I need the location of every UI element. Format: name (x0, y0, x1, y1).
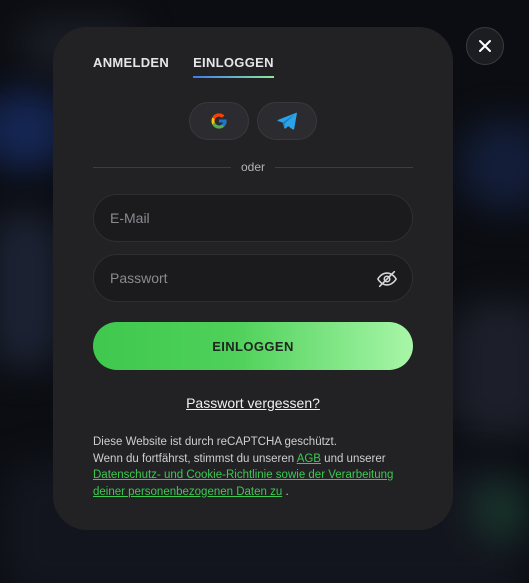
tab-register[interactable]: ANMELDEN (93, 55, 169, 78)
google-login-button[interactable] (189, 102, 249, 140)
legal-notice: Diese Website ist durch reCAPTCHA geschü… (93, 434, 423, 500)
or-divider: oder (93, 159, 413, 175)
consent-text-prefix: Wenn du fortfährst, stimmst du unseren (93, 452, 297, 465)
telegram-icon (277, 112, 297, 130)
tab-login[interactable]: EINLOGGEN (193, 55, 274, 78)
privacy-policy-link[interactable]: Datenschutz- und Cookie-Richtlinie sowie… (93, 469, 393, 498)
consent-text-mid: und unserer (320, 452, 386, 465)
auth-modal: ANMELDEN EINLOGGEN oder E-Mail EINLOGGEN… (53, 27, 453, 530)
recaptcha-notice: Diese Website ist durch reCAPTCHA geschü… (93, 436, 337, 448)
eye-slash-icon (377, 270, 397, 288)
forgot-password-link[interactable]: Passwort vergessen? (53, 395, 453, 411)
password-field-wrapper (93, 254, 413, 302)
social-login-group (53, 102, 453, 140)
close-icon (479, 40, 491, 52)
agb-link[interactable]: AGB (297, 453, 321, 465)
consent-text-suffix: . (282, 485, 289, 498)
close-button[interactable] (466, 27, 504, 65)
password-field[interactable] (94, 255, 412, 301)
toggle-password-visibility-button[interactable] (376, 268, 398, 290)
or-label: oder (240, 160, 266, 174)
email-field[interactable] (94, 195, 412, 241)
telegram-login-button[interactable] (257, 102, 317, 140)
auth-tabs: ANMELDEN EINLOGGEN (93, 55, 274, 78)
email-field-wrapper (93, 194, 413, 242)
google-icon (211, 113, 227, 129)
login-submit-button[interactable]: EINLOGGEN (93, 322, 413, 370)
